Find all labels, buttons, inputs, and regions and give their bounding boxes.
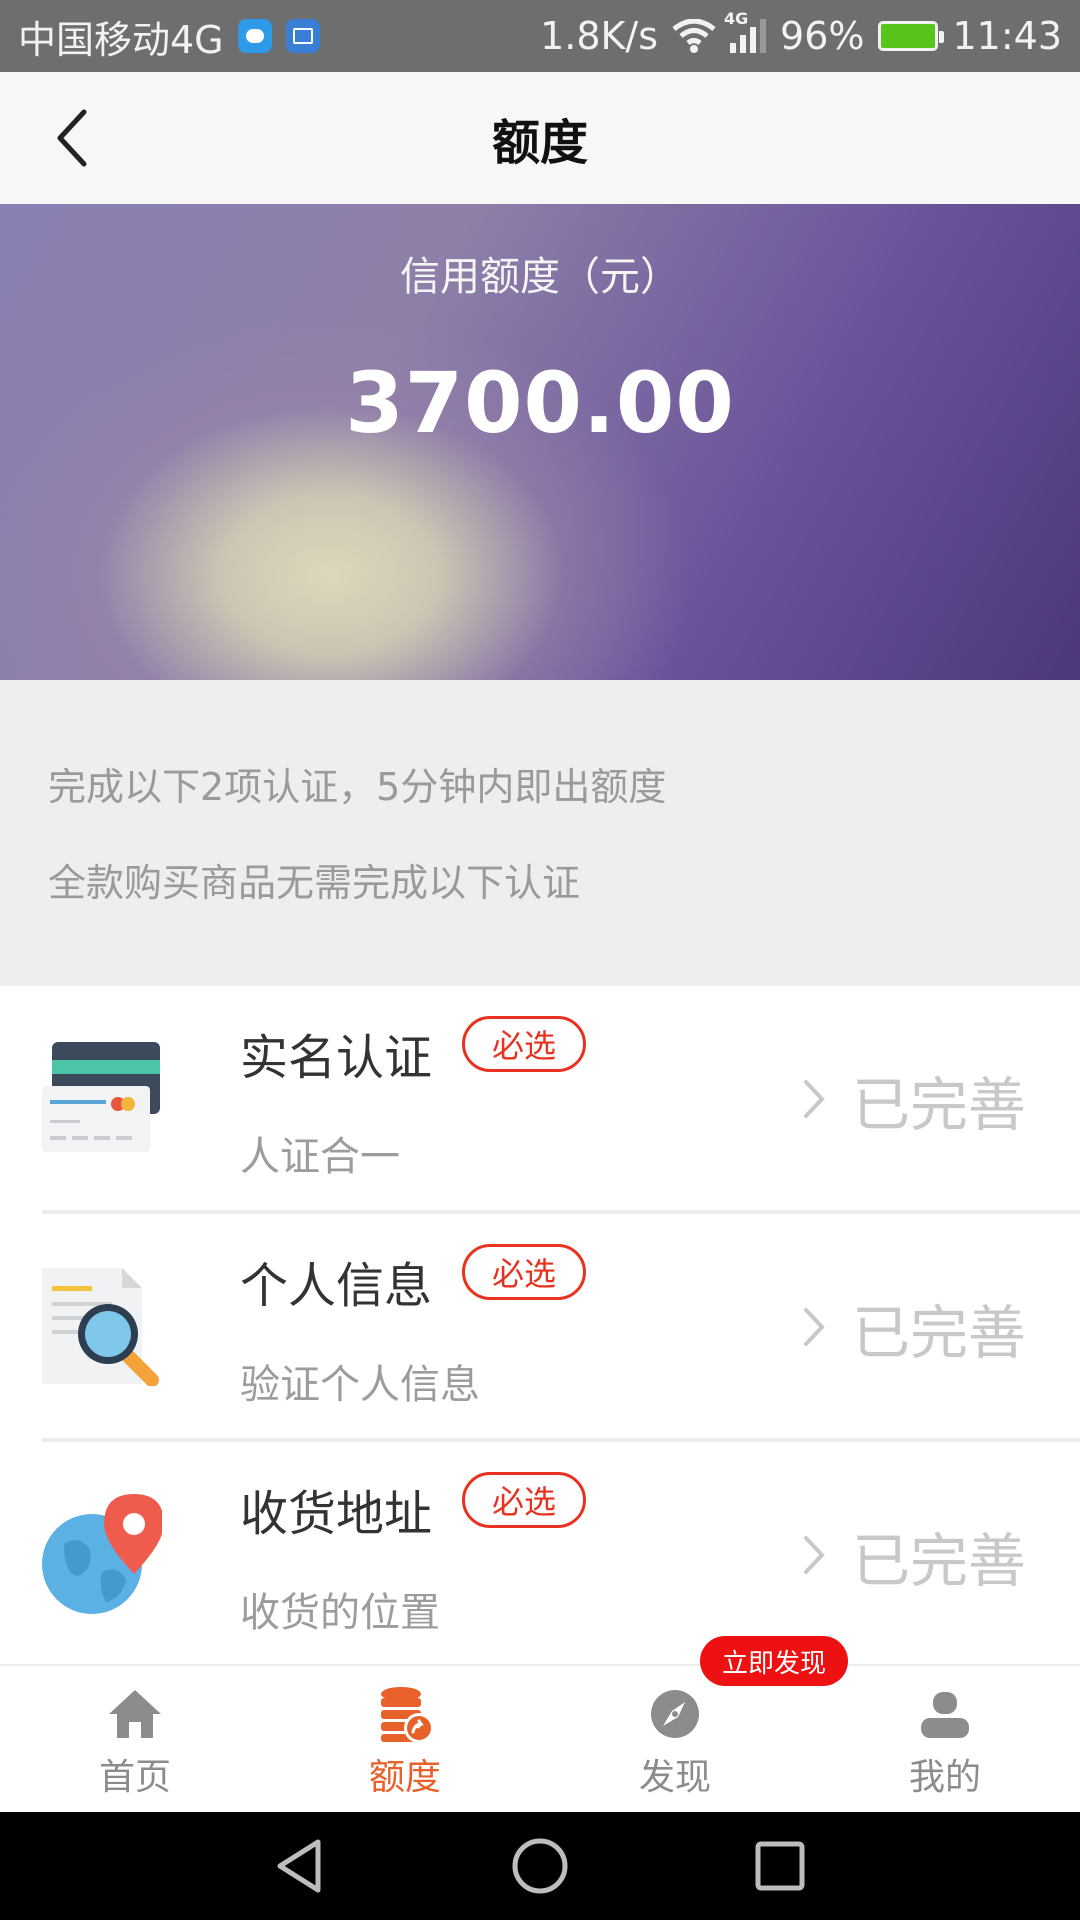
credit-hero-banner: 信用额度（元） 3700.00 xyxy=(0,204,1080,680)
nav-recents-icon[interactable] xyxy=(750,1836,810,1896)
list-item-personal-info[interactable]: 个人信息 必选 验证个人信息 已完善 xyxy=(0,1214,1080,1442)
notice-line-2: 全款购买商品无需完成以下认证 xyxy=(48,861,581,905)
bottom-tab-bar: 首页 额度 发现 我的 立即发现 xyxy=(0,1636,1080,1814)
compass-icon xyxy=(651,1690,699,1738)
item-title: 个人信息 xyxy=(240,1258,433,1314)
page-title: 额度 xyxy=(491,115,588,171)
credit-limit-label: 信用额度（元） xyxy=(400,254,680,300)
required-badge: 必选 xyxy=(462,1016,586,1072)
discover-now-badge[interactable]: 立即发现 xyxy=(700,1636,849,1686)
tab-discover[interactable]: 发现 xyxy=(575,1666,775,1814)
tab-credit[interactable]: 额度 xyxy=(305,1666,505,1814)
carrier-label: 中国移动4G xyxy=(18,17,224,62)
tab-label: 我的 xyxy=(908,1757,981,1798)
item-title: 收货地址 xyxy=(240,1486,433,1542)
clock: 11:43 xyxy=(952,14,1062,58)
chevron-right-icon xyxy=(804,1080,825,1118)
item-subtitle: 人证合一 xyxy=(240,1134,400,1180)
network-type: 4G xyxy=(724,9,749,28)
back-button[interactable] xyxy=(36,102,108,174)
tab-label: 额度 xyxy=(368,1757,441,1798)
chevron-left-icon xyxy=(57,109,87,167)
status-bar: 中国移动4G 1.8K/s 4G 96% 11:43 xyxy=(0,0,1080,72)
tab-label: 首页 xyxy=(98,1757,171,1798)
battery-icon xyxy=(878,21,945,51)
nav-back-icon[interactable] xyxy=(270,1836,330,1896)
signal-icon: 4G xyxy=(724,9,767,53)
tab-home[interactable]: 首页 xyxy=(35,1666,235,1814)
home-icon xyxy=(109,1690,161,1738)
chevron-right-icon xyxy=(804,1536,825,1574)
tab-mine[interactable]: 我的 xyxy=(845,1666,1045,1814)
item-status: 已完善 xyxy=(851,1527,1026,1595)
credit-limit-amount: 3700.00 xyxy=(345,354,735,452)
app-header: 额度 xyxy=(0,72,1080,204)
required-badge: 必选 xyxy=(462,1472,586,1528)
item-title: 实名认证 xyxy=(240,1030,433,1086)
document-search-icon xyxy=(42,1268,159,1386)
tab-label: 发现 xyxy=(638,1757,711,1798)
notification-app-icon xyxy=(285,19,320,53)
globe-pin-icon xyxy=(42,1494,162,1614)
battery-percent: 96% xyxy=(780,14,865,58)
required-badge: 必选 xyxy=(462,1244,586,1300)
verification-list: 实名认证 必选 人证合一 已完善 个人信息 必选 验证个人信息 已完善 收货地址… xyxy=(0,986,1080,1670)
item-subtitle: 验证个人信息 xyxy=(240,1362,480,1408)
notice-line-1: 完成以下2项认证，5分钟内即出额度 xyxy=(48,765,667,809)
chevron-right-icon xyxy=(804,1308,825,1346)
coins-icon xyxy=(381,1687,434,1743)
list-item-shipping-address[interactable]: 收货地址 必选 收货的位置 已完善 xyxy=(0,1442,1080,1670)
user-icon xyxy=(921,1692,969,1738)
nav-home-icon[interactable] xyxy=(510,1836,570,1896)
item-status: 已完善 xyxy=(851,1299,1026,1367)
item-status: 已完善 xyxy=(851,1071,1026,1139)
network-speed: 1.8K/s xyxy=(540,14,659,58)
system-navigation-bar xyxy=(0,1812,1080,1920)
item-subtitle: 收货的位置 xyxy=(240,1590,440,1636)
message-app-icon xyxy=(237,19,272,53)
verification-notice: 完成以下2项认证，5分钟内即出额度 全款购买商品无需完成以下认证 xyxy=(0,680,1080,986)
wifi-icon xyxy=(672,19,716,53)
id-card-icon xyxy=(42,1042,160,1152)
list-item-real-name[interactable]: 实名认证 必选 人证合一 已完善 xyxy=(0,986,1080,1214)
